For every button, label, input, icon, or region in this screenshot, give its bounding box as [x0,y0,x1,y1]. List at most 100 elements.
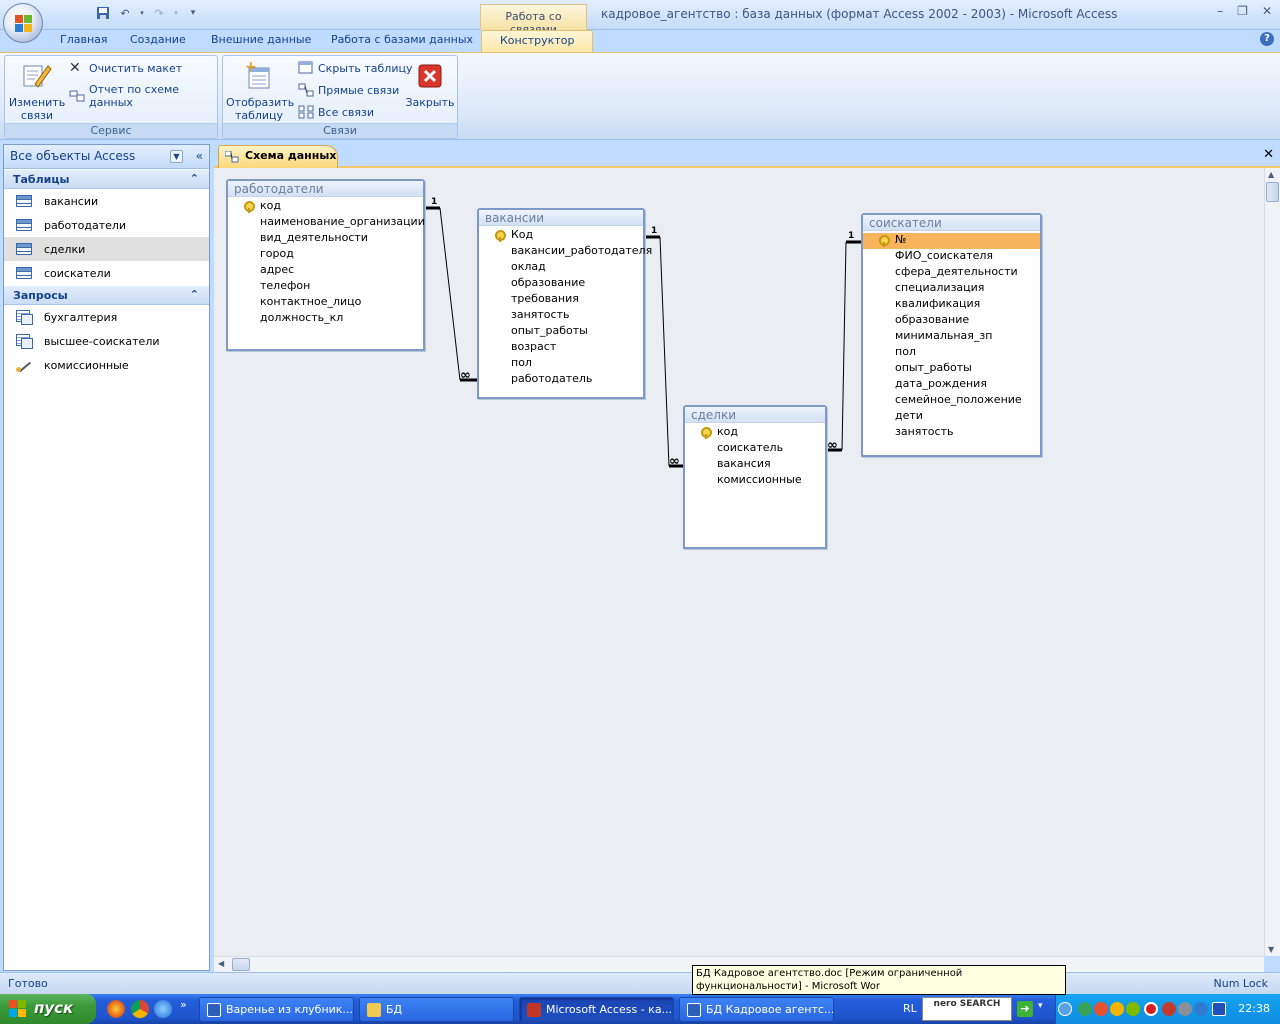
monitor-icon[interactable] [1212,1002,1226,1016]
customize-qat-icon[interactable]: ▾ [184,5,202,21]
horizontal-scroll-thumb[interactable] [232,958,250,971]
nav-item-table[interactable]: вакансии [4,189,209,213]
table-field[interactable]: квалификация [863,297,1040,313]
table-field[interactable]: возраст [479,340,643,356]
table-field[interactable]: дети [863,409,1040,425]
field-list[interactable]: код наименование_организации вид_деятельно… [228,197,425,327]
edit-links-button[interactable]: Изменить связи [7,60,67,122]
table-field[interactable]: адрес [228,263,423,279]
table-field[interactable]: комиссионные [685,473,825,489]
tray-app-icon[interactable] [1094,1002,1108,1016]
table-box-vacancies[interactable]: вакансии Код вакансии_работодателя оклад обр… [477,208,652,399]
opera-icon[interactable] [1144,1002,1158,1016]
relation-employers-vacancies[interactable]: 1 ∞ [424,197,477,383]
table-field[interactable]: опыт_работы [863,361,1040,377]
chrome-icon[interactable] [131,1000,149,1018]
language-indicator[interactable]: RL [903,1002,917,1015]
tab-create[interactable]: Создание [130,33,186,46]
table-field[interactable]: телефон [228,279,423,295]
save-icon[interactable] [94,5,112,21]
relation-applicants-deals[interactable]: 1 ∞ [827,231,861,453]
tray-collapse-icon[interactable] [1058,1002,1072,1016]
scroll-left-icon[interactable]: ◀ [218,959,224,968]
table-field[interactable]: специализация [863,281,1040,297]
table-field[interactable]: соискатель [685,441,825,457]
table-field[interactable]: семейное_положение [863,393,1040,409]
table-field[interactable]: пол [479,356,643,372]
tray-app-icon[interactable] [1194,1002,1208,1016]
field-list[interactable]: № ФИО_соискателя сфера_деятельности специал… [863,231,1040,441]
close-icon[interactable]: ✕ [1262,4,1272,18]
quicklaunch-more-icon[interactable]: » [180,998,187,1011]
scroll-up-icon[interactable]: ▲ [1268,170,1274,179]
tray-app-icon[interactable] [1110,1002,1124,1016]
primary-key-field[interactable]: код [228,199,423,215]
nav-item-query[interactable]: высшее-соискатели [4,329,209,353]
schema-report-button[interactable]: Отчет по схеме данных [69,83,217,109]
table-field[interactable]: образование [479,276,643,292]
task-button[interactable]: Варенье из клубник... [199,997,354,1022]
table-box-title[interactable]: вакансии [479,210,643,226]
table-field[interactable]: сфера_деятельности [863,265,1040,281]
nav-collapse-icon[interactable]: « [196,149,203,163]
table-field[interactable]: город [228,247,423,263]
table-field[interactable]: минимальная_зп [863,329,1040,345]
undo-icon[interactable]: ↶ [116,5,134,21]
table-box-applicants[interactable]: соискатели № ФИО_соискателя сфера_деятельно… [861,213,1042,457]
network-icon[interactable] [1078,1002,1092,1016]
tab-relationships[interactable]: Схема данных [218,145,338,168]
table-field[interactable]: занятость [479,308,643,324]
table-field[interactable]: должность_кл [228,311,423,327]
tab-design[interactable]: Конструктор [481,30,594,52]
table-box-deals[interactable]: сделки код соискатель вакансия комиссионные [683,405,827,549]
table-field[interactable]: вакансия [685,457,825,473]
vertical-scrollbar[interactable]: ▲ ▼ [1264,168,1280,956]
nav-item-table[interactable]: работодатели [4,213,209,237]
tab-home[interactable]: Главная [60,33,108,46]
task-button-active[interactable]: Microsoft Access - ка... [519,997,674,1022]
nav-item-table[interactable]: соискатели [4,261,209,285]
speaker-icon[interactable] [1178,1002,1192,1016]
nav-item-query[interactable]: бухгалтерия [4,305,209,329]
table-field[interactable]: вид_деятельности [228,231,423,247]
table-field[interactable]: наименование_организации [228,215,425,231]
hide-table-button[interactable]: Скрыть таблицу [298,61,413,75]
nav-item-table[interactable]: сделки [4,237,209,261]
nav-dropdown-icon[interactable]: ▼ [170,150,183,163]
nav-group-queries[interactable]: Запросы ⌃ [4,285,209,305]
office-button[interactable] [3,3,43,43]
close-document-icon[interactable]: ✕ [1263,147,1274,162]
relationships-canvas[interactable]: 1 ∞ 1 ∞ 1 ∞ работодатели код наименование_… [214,168,1264,956]
toolbar-dropdown-icon[interactable]: ▾ [1038,1001,1043,1011]
nav-header[interactable]: Все объекты Access ▼ « [4,145,209,169]
table-box-title[interactable]: работодатели [228,181,423,197]
table-field[interactable]: дата_рождения [863,377,1040,393]
scroll-down-icon[interactable]: ▼ [1268,945,1274,954]
chevron-up-icon[interactable]: ⌃ [190,288,199,301]
field-list[interactable]: Код вакансии_работодателя оклад образование… [479,226,652,388]
nero-search-box[interactable]: nero SEARCH [922,997,1012,1021]
chevron-up-icon[interactable]: ⌃ [190,172,199,185]
task-button[interactable]: БД [359,997,514,1022]
table-field[interactable]: образование [863,313,1040,329]
direct-links-button[interactable]: Прямые связи [298,83,399,97]
tab-external-data[interactable]: Внешние данные [211,33,311,46]
table-field[interactable]: вакансии_работодателя [479,244,652,260]
clear-layout-button[interactable]: ✕ Очистить макет [69,61,182,75]
nav-group-tables[interactable]: Таблицы ⌃ [4,169,209,189]
table-field[interactable]: работодатель [479,372,643,388]
antivirus-icon[interactable] [1162,1002,1176,1016]
primary-key-field[interactable]: Код [479,228,643,244]
field-list[interactable]: код соискатель вакансия комиссионные [685,423,825,489]
table-field[interactable]: контактное_лицо [228,295,423,311]
start-button[interactable]: пуск [0,994,96,1024]
firefox-icon[interactable] [107,1000,125,1018]
table-field[interactable]: оклад [479,260,643,276]
task-button[interactable]: БД Кадровое агентс... [679,997,834,1022]
relation-vacancies-deals[interactable]: 1 ∞ [645,226,683,469]
primary-key-field[interactable]: код [685,425,825,441]
table-field[interactable]: опыт_работы [479,324,643,340]
vertical-scroll-thumb[interactable] [1266,182,1279,202]
undo-dropdown-icon[interactable]: ▾ [138,5,146,21]
go-arrow-icon[interactable]: ➔ [1017,1001,1033,1017]
